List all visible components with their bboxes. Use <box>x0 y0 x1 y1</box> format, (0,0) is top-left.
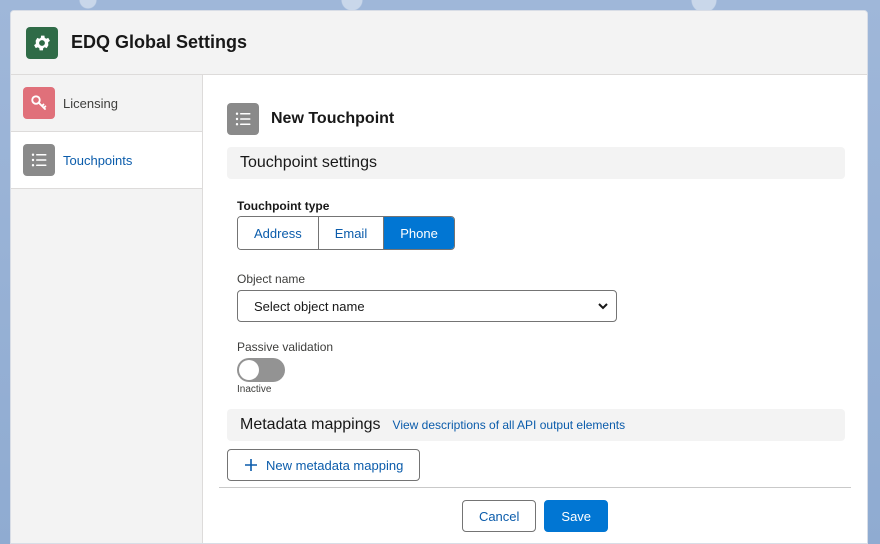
gear-icon <box>26 26 58 59</box>
list-icon <box>227 103 259 135</box>
type-address-button[interactable]: Address <box>238 217 319 249</box>
cancel-button[interactable]: Cancel <box>461 500 537 532</box>
app-title: EDQ Global Settings <box>71 32 248 52</box>
main-panel: New Touchpoint Touchpoint settings Touch… <box>203 75 867 543</box>
toggle-knob <box>239 360 259 380</box>
object-name-select-wrap: Select object name <box>237 290 617 322</box>
sidebar: Licensing Touchpoints <box>11 75 203 543</box>
touchpoint-type-label: Touchpoint type <box>237 199 330 213</box>
view-descriptions-link[interactable]: View descriptions of all API output elem… <box>393 418 626 432</box>
new-metadata-mapping-label: New metadata mapping <box>266 457 404 473</box>
save-button[interactable]: Save <box>544 500 609 532</box>
passive-validation-label: Passive validation <box>237 340 334 354</box>
object-name-label: Object name <box>237 272 306 286</box>
object-name-select[interactable]: Select object name <box>237 290 617 322</box>
sidebar-item-label: Touchpoints <box>63 152 133 168</box>
plus-icon <box>245 459 257 471</box>
metadata-title: Metadata mappings <box>240 416 381 433</box>
type-phone-button[interactable]: Phone <box>384 217 454 249</box>
sidebar-item-label: Licensing <box>63 95 118 111</box>
app-header: EDQ Global Settings <box>11 11 867 75</box>
metadata-mappings-header: Metadata mappings View descriptions of a… <box>227 409 845 441</box>
list-icon <box>23 144 55 176</box>
page-title: New Touchpoint <box>271 110 395 127</box>
touchpoint-settings-header: Touchpoint settings <box>227 147 845 179</box>
form-footer: Cancel Save <box>219 487 851 532</box>
touchpoint-form: Touchpoint type Address Email Phone Obje… <box>227 199 845 395</box>
settings-window: EDQ Global Settings Licensing Touchpoint… <box>10 10 868 544</box>
key-icon <box>23 87 55 119</box>
type-email-button[interactable]: Email <box>318 217 385 249</box>
new-metadata-mapping-button[interactable]: New metadata mapping <box>227 449 421 481</box>
toggle-state-text: Inactive <box>237 384 272 395</box>
sidebar-item-licensing[interactable]: Licensing <box>11 75 202 132</box>
touchpoint-type-group: Address Email Phone <box>237 216 455 250</box>
passive-validation-toggle[interactable] <box>237 358 285 382</box>
sidebar-item-touchpoints[interactable]: Touchpoints <box>11 132 202 189</box>
